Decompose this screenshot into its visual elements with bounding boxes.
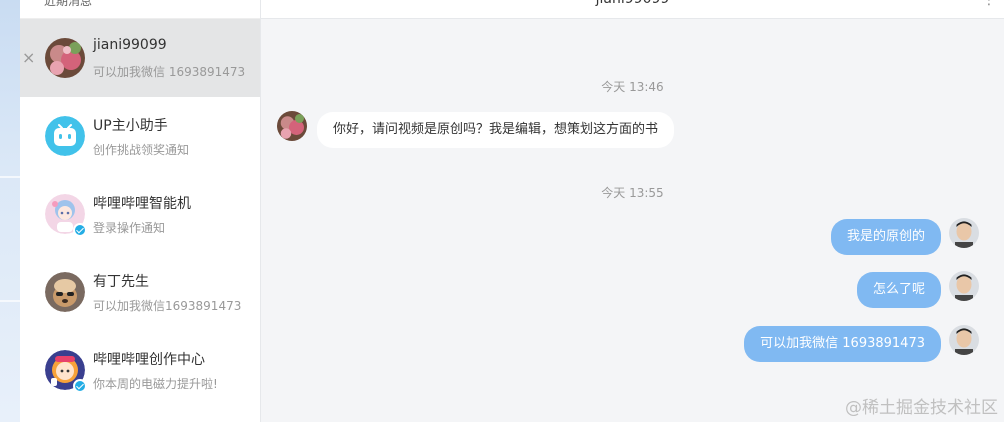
message-timestamp: 今天 13:55 [601,186,664,200]
conversation-name: UP主小助手 [93,118,168,134]
conversation-name: 有丁先生 [93,274,149,290]
chat-header: jiani99099 ⋮ [261,0,1004,19]
close-icon[interactable]: × [22,48,35,68]
my-avatar[interactable] [949,325,979,355]
conversation-name: 哔哩哔哩智能机 [93,196,191,212]
outgoing-message: 可以加我微信 1693891473 [744,326,941,362]
conversation-item-jiani99099[interactable]: × jiani99099 可以加我微信 1693891473 [20,19,260,97]
incoming-message: 你好，请问视频是原创吗？我是编辑，想策划这方面的书 [317,112,675,148]
conversation-preview: 登录操作通知 [93,221,166,235]
tv-robot-icon [45,116,85,156]
conversation-preview: 可以加我微信1693891473 [93,299,242,313]
sidebar-header: 近期消息 [20,0,260,19]
message-timestamp: 今天 13:46 [601,80,664,94]
watermark: @稀土掘金技术社区 [845,398,998,418]
window-edge [0,0,20,422]
my-avatar[interactable] [949,271,979,301]
outgoing-message: 怎么了呢 [856,272,941,308]
sender-avatar[interactable] [277,111,307,141]
outgoing-message: 我是的原创的 [830,219,941,255]
conversation-item-creator-center[interactable]: 哔哩哔哩创作中心 你本周的电磁力提升啦! [20,331,260,409]
conversation-preview: 你本周的电磁力提升啦! [93,377,218,391]
avatar [45,116,85,156]
chat-title: jiani99099 [261,0,1004,7]
conversation-preview: 创作挑战领奖通知 [93,143,190,157]
my-avatar[interactable] [949,218,979,248]
conversation-preview: 可以加我微信 1693891473 [93,65,246,79]
edge-line [0,176,20,178]
conversation-item-bilibili-bot[interactable]: 哔哩哔哩智能机 登录操作通知 [20,175,260,253]
avatar [45,38,85,78]
conversation-sidebar: 近期消息 × jiani99099 可以加我微信 1693891473 UP主小… [20,0,261,422]
sidebar-header-label: 近期消息 [44,0,93,8]
verified-badge-icon [73,379,87,393]
conversation-name: jiani99099 [93,37,167,53]
conversation-item-youding[interactable]: 有丁先生 可以加我微信1693891473 [20,253,260,331]
verified-badge-icon [73,223,87,237]
more-options-icon[interactable]: ⋮ [982,0,996,7]
edge-line [0,300,20,302]
avatar [45,272,85,312]
conversation-name: 哔哩哔哩创作中心 [93,352,205,368]
chat-panel: jiani99099 ⋮ 今天 13:46 你好，请问视频是原创吗？我是编辑，想… [261,0,1004,422]
conversation-item-up-assistant[interactable]: UP主小助手 创作挑战领奖通知 [20,97,260,175]
